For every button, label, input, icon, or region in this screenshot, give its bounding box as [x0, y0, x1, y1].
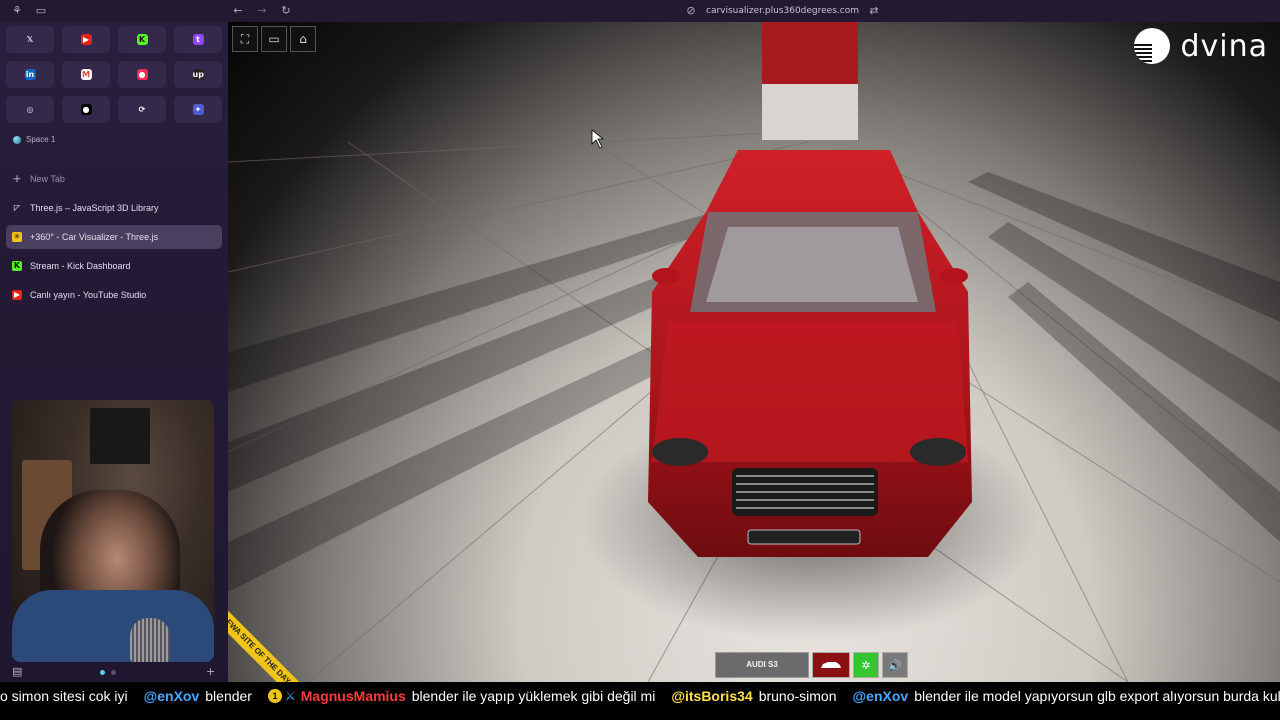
reload-icon[interactable]: ↻	[279, 4, 293, 18]
space-label: Space 1	[26, 135, 56, 144]
browser-toolbar: ⚘ ▭ ← → ↻ ⊘ carvisualizer.plus360degrees…	[0, 0, 1280, 22]
favorite-globe[interactable]: ◎	[6, 96, 54, 123]
sidebar-footer: ▤ +	[0, 662, 228, 682]
favorite-compass[interactable]: ✦	[174, 96, 222, 123]
upwork-icon: up	[192, 69, 204, 80]
tab-item[interactable]: ◸ Three.js – JavaScript 3D Library	[6, 196, 222, 220]
chat-text: blender ile model yapıyorsun glb export …	[914, 688, 1280, 704]
tab-label: Three.js – JavaScript 3D Library	[30, 203, 159, 213]
sync-icon: ⟳	[138, 105, 146, 114]
chat-username: @enXov	[852, 688, 909, 704]
tab-item[interactable]: ▶ Canlı yayın - YouTube Studio	[6, 283, 222, 307]
wheels-button[interactable]: ✲	[853, 652, 879, 678]
tab-label: +360° - Car Visualizer - Three.js	[30, 232, 159, 242]
favorite-linkedin[interactable]: in	[6, 61, 54, 88]
tab-label: Canlı yayın - YouTube Studio	[30, 290, 147, 300]
add-icon[interactable]: +	[206, 665, 215, 678]
chat-message: @enXov blender ile model yapıyorsun glb e…	[853, 688, 1280, 704]
chat-message: @enXov blender	[144, 688, 252, 704]
favorite-x[interactable]: 𝕏	[6, 26, 54, 53]
compass-icon: ✦	[192, 104, 204, 115]
screen: ⚘ ▭ ← → ↻ ⊘ carvisualizer.plus360degrees…	[0, 0, 1280, 720]
space-icon	[13, 135, 21, 144]
favorite-recorder[interactable]: ●	[118, 61, 166, 88]
chat-text: bruno-simon	[758, 688, 837, 704]
space-indicator[interactable]: Space 1	[13, 135, 55, 144]
favorite-twitch[interactable]: t	[174, 26, 222, 53]
chat-message: @itsBoris34 bruno-simon	[671, 688, 836, 704]
circle-icon: ●	[80, 104, 92, 115]
chat-username: @itsBoris34	[671, 688, 753, 704]
car-visualizer-viewport[interactable]: ⛶ ▭ ⌂ dvina FWA SITE OF THE DAY AUDI S3 …	[228, 22, 1280, 682]
dvina-logo: dvina	[1134, 28, 1268, 64]
camera-button[interactable]: ▭	[261, 26, 287, 52]
threejs-icon: ◸	[13, 203, 21, 212]
plus-icon: +	[12, 172, 22, 185]
sidebar: 𝕏 ▶ Kt in M ● up ◎ ● ⟳ ✦ Space 1 + New Tab ◸ Three.…	[0, 22, 228, 682]
tab-list: + New Tab ◸ Three.js – JavaScript 3D Libr…	[6, 167, 222, 312]
favorite-sync[interactable]: ⟳	[118, 96, 166, 123]
fwa-badge[interactable]: FWA SITE OF THE DAY	[228, 610, 300, 682]
home-button[interactable]: ⌂	[290, 26, 316, 52]
favorites-grid: 𝕏 ▶ Kt in M ● up ◎ ● ⟳ ✦	[6, 26, 222, 123]
tab-item[interactable]: K Stream - Kick Dashboard	[6, 254, 222, 278]
kick-icon: K	[12, 261, 22, 271]
fullscreen-button[interactable]: ⛶	[232, 26, 258, 52]
archive-icon[interactable]: ▤	[12, 665, 22, 678]
globe-icon: ◎	[26, 105, 34, 114]
showroom-floor	[228, 22, 1280, 682]
kick-icon: K	[136, 34, 148, 45]
car-visualizer-icon: ✳	[12, 232, 22, 242]
dvina-logo-icon	[1134, 28, 1171, 64]
moderator-sword-icon: ⚔	[284, 689, 296, 703]
chat-text: blender	[205, 688, 252, 704]
microphone-icon	[130, 618, 170, 662]
new-tab-label: New Tab	[30, 174, 65, 184]
forward-icon[interactable]: →	[255, 4, 269, 18]
favorite-upwork[interactable]: up	[174, 61, 222, 88]
favorite-kick[interactable]: K	[118, 26, 166, 53]
subscriber-badge-icon: 1	[267, 689, 282, 703]
chat-message: 1 ⚔ MagnusMamius blender ile yapıp yüklemek…	[267, 688, 656, 704]
chat-username: @enXov	[143, 688, 200, 704]
ticker-lead-text: o simon sitesi cok iyi	[0, 688, 128, 704]
chat-username: MagnusMamius	[300, 688, 406, 704]
favorite-gmail[interactable]: M	[62, 61, 110, 88]
recorder-icon: ●	[136, 69, 148, 80]
tab-item[interactable]: ✳ +360° - Car Visualizer - Three.js	[6, 225, 222, 249]
back-icon[interactable]: ←	[231, 4, 245, 18]
app-menu-icon[interactable]: ⚘	[10, 4, 24, 18]
chat-text: blender ile yapıp yüklemek gibi değil mi	[411, 688, 656, 704]
linkedin-icon: in	[24, 69, 36, 80]
logo-text: dvina	[1180, 28, 1268, 64]
space-dots	[100, 670, 116, 675]
webcam-overlay	[12, 400, 214, 662]
settings-sliders-icon[interactable]: ⇄	[867, 4, 881, 18]
chat-badges: 1 ⚔	[267, 689, 296, 703]
x-icon: 𝕏	[26, 35, 34, 44]
twitch-icon: t	[192, 34, 204, 45]
address-bar[interactable]: ⊘ carvisualizer.plus360degrees.com ⇄	[684, 3, 881, 19]
url-text: carvisualizer.plus360degrees.com	[706, 6, 859, 16]
gmail-icon: M	[80, 69, 92, 80]
new-tab-button[interactable]: + New Tab	[6, 167, 222, 191]
car-toolbar: AUDI S3 ✲ 🔊	[715, 652, 908, 680]
paint-color-button[interactable]	[812, 652, 850, 678]
favorite-circle[interactable]: ●	[62, 96, 110, 123]
viewport-controls: ⛶ ▭ ⌂	[232, 26, 316, 52]
sound-icon[interactable]: 🔊	[882, 652, 908, 678]
link-icon: ⊘	[686, 4, 696, 17]
favorite-youtube[interactable]: ▶	[62, 26, 110, 53]
model-selector[interactable]: AUDI S3	[715, 652, 809, 678]
youtube-icon: ▶	[80, 34, 92, 45]
youtube-icon: ▶	[12, 290, 22, 300]
sidebar-toggle-icon[interactable]: ▭	[34, 4, 48, 18]
tab-label: Stream - Kick Dashboard	[30, 261, 131, 271]
chat-ticker: o simon sitesi cok iyi @enXov blender 1 ⚔ Ma…	[0, 682, 1280, 720]
